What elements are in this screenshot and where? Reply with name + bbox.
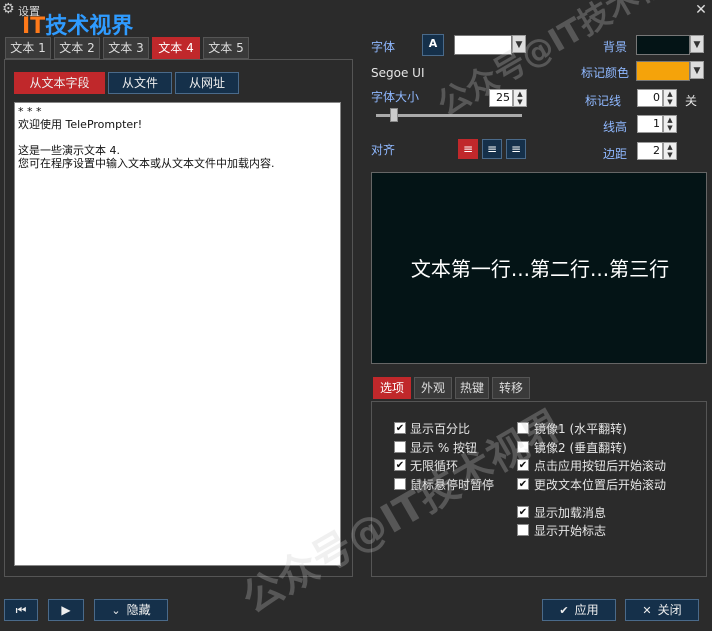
option-label: 无限循环: [410, 459, 459, 473]
margin-label: 边距: [603, 147, 628, 161]
scroll-on-apply-checkbox[interactable]: ✔: [517, 459, 529, 471]
logo: IT技术视界: [22, 14, 134, 39]
window-close-button[interactable]: ✕: [692, 1, 710, 19]
mirror-horizontal-checkbox[interactable]: [517, 422, 529, 434]
tab-appearance[interactable]: 外观: [414, 377, 452, 399]
preview-text: 文本第一行...第二行...第三行: [410, 257, 670, 281]
align-left-icon[interactable]: ≡: [458, 139, 478, 159]
show-load-message-checkbox[interactable]: ✔: [517, 506, 529, 518]
chevron-down-icon: ⌄: [111, 604, 121, 617]
align-right-icon[interactable]: ≡: [506, 139, 526, 159]
show-percent-button-checkbox[interactable]: [394, 441, 406, 453]
infinite-loop-checkbox[interactable]: ✔: [394, 459, 406, 471]
font-size-slider-thumb[interactable]: [390, 108, 398, 122]
margin-stepper[interactable]: ▲ ▼: [663, 142, 677, 160]
font-color-box[interactable]: [454, 35, 512, 55]
play-icon[interactable]: ▶: [48, 599, 84, 621]
font-size-label: 字体大小: [371, 90, 420, 104]
align-center-icon[interactable]: ≡: [482, 139, 502, 159]
markline-input[interactable]: 0: [637, 89, 663, 107]
preview-panel: 文本第一行...第二行...第三行: [371, 172, 707, 364]
line-height-label: 线高: [603, 120, 628, 134]
show-start-marker-checkbox[interactable]: [517, 524, 529, 536]
line-height-stepper[interactable]: ▲ ▼: [663, 115, 677, 133]
scroll-on-position-change-checkbox[interactable]: ✔: [517, 478, 529, 490]
pause-on-hover-checkbox[interactable]: [394, 478, 406, 490]
option-label: 鼠标悬停时暂停: [410, 478, 495, 492]
option-label: 镜像1 (水平翻转): [534, 422, 627, 436]
margin-input[interactable]: 2: [637, 142, 663, 160]
tab-text-1[interactable]: 文本 1: [5, 37, 51, 59]
option-label: 更改文本位置后开始滚动: [534, 478, 667, 492]
font-picker-icon[interactable]: A: [422, 34, 444, 56]
show-percent-checkbox[interactable]: ✔: [394, 422, 406, 434]
chevron-down-icon[interactable]: ▼: [690, 61, 704, 79]
hide-button[interactable]: ⌄ 隐藏: [94, 599, 168, 621]
check-icon: ✔: [559, 604, 569, 617]
markline-stepper[interactable]: ▲ ▼: [663, 89, 677, 107]
from-url-button[interactable]: 从网址: [175, 72, 239, 94]
font-name: Segoe UI: [371, 66, 425, 80]
mirror-vertical-checkbox[interactable]: [517, 441, 529, 453]
close-icon: ✕: [642, 604, 652, 617]
tab-hotkeys[interactable]: 热键: [455, 377, 489, 399]
markline-unit: 关: [685, 94, 698, 108]
chevron-down-icon[interactable]: ▼: [690, 35, 704, 53]
mark-color-label: 标记颜色: [581, 66, 630, 80]
option-label: 点击应用按钮后开始滚动: [534, 459, 667, 473]
mark-color-box[interactable]: [636, 61, 690, 81]
font-size-input[interactable]: 25: [489, 89, 513, 107]
markline-label: 标记线: [585, 94, 622, 108]
font-size-stepper[interactable]: ▲ ▼: [513, 89, 527, 107]
close-button[interactable]: ✕ 关闭: [625, 599, 699, 621]
align-label: 对齐: [371, 143, 396, 157]
tab-text-4[interactable]: 文本 4: [152, 37, 200, 59]
tab-transfer[interactable]: 转移: [492, 377, 530, 399]
from-file-button[interactable]: 从文件: [108, 72, 172, 94]
text-content-area[interactable]: * * * 欢迎使用 TelePrompter! 这是一些演示文本 4. 您可在…: [14, 102, 341, 566]
from-text-field-button[interactable]: 从文本字段: [14, 72, 105, 94]
tab-options[interactable]: 选项: [373, 377, 411, 399]
apply-button[interactable]: ✔ 应用: [542, 599, 616, 621]
gear-icon: ⚙: [2, 1, 15, 17]
tab-text-2[interactable]: 文本 2: [54, 37, 100, 59]
chevron-down-icon[interactable]: ▼: [512, 35, 526, 53]
option-label: 显示开始标志: [534, 524, 607, 538]
skip-start-icon[interactable]: ⏮: [4, 599, 38, 621]
font-label: 字体: [371, 40, 396, 54]
option-label: 显示百分比: [410, 422, 471, 436]
tab-text-5[interactable]: 文本 5: [203, 37, 249, 59]
option-label: 显示 % 按钮: [410, 441, 478, 455]
line-height-input[interactable]: 1: [637, 115, 663, 133]
background-color-box[interactable]: [636, 35, 690, 55]
option-label: 显示加载消息: [534, 506, 607, 520]
option-label: 镜像2 (垂直翻转): [534, 441, 627, 455]
tab-text-3[interactable]: 文本 3: [103, 37, 149, 59]
background-label: 背景: [603, 40, 628, 54]
